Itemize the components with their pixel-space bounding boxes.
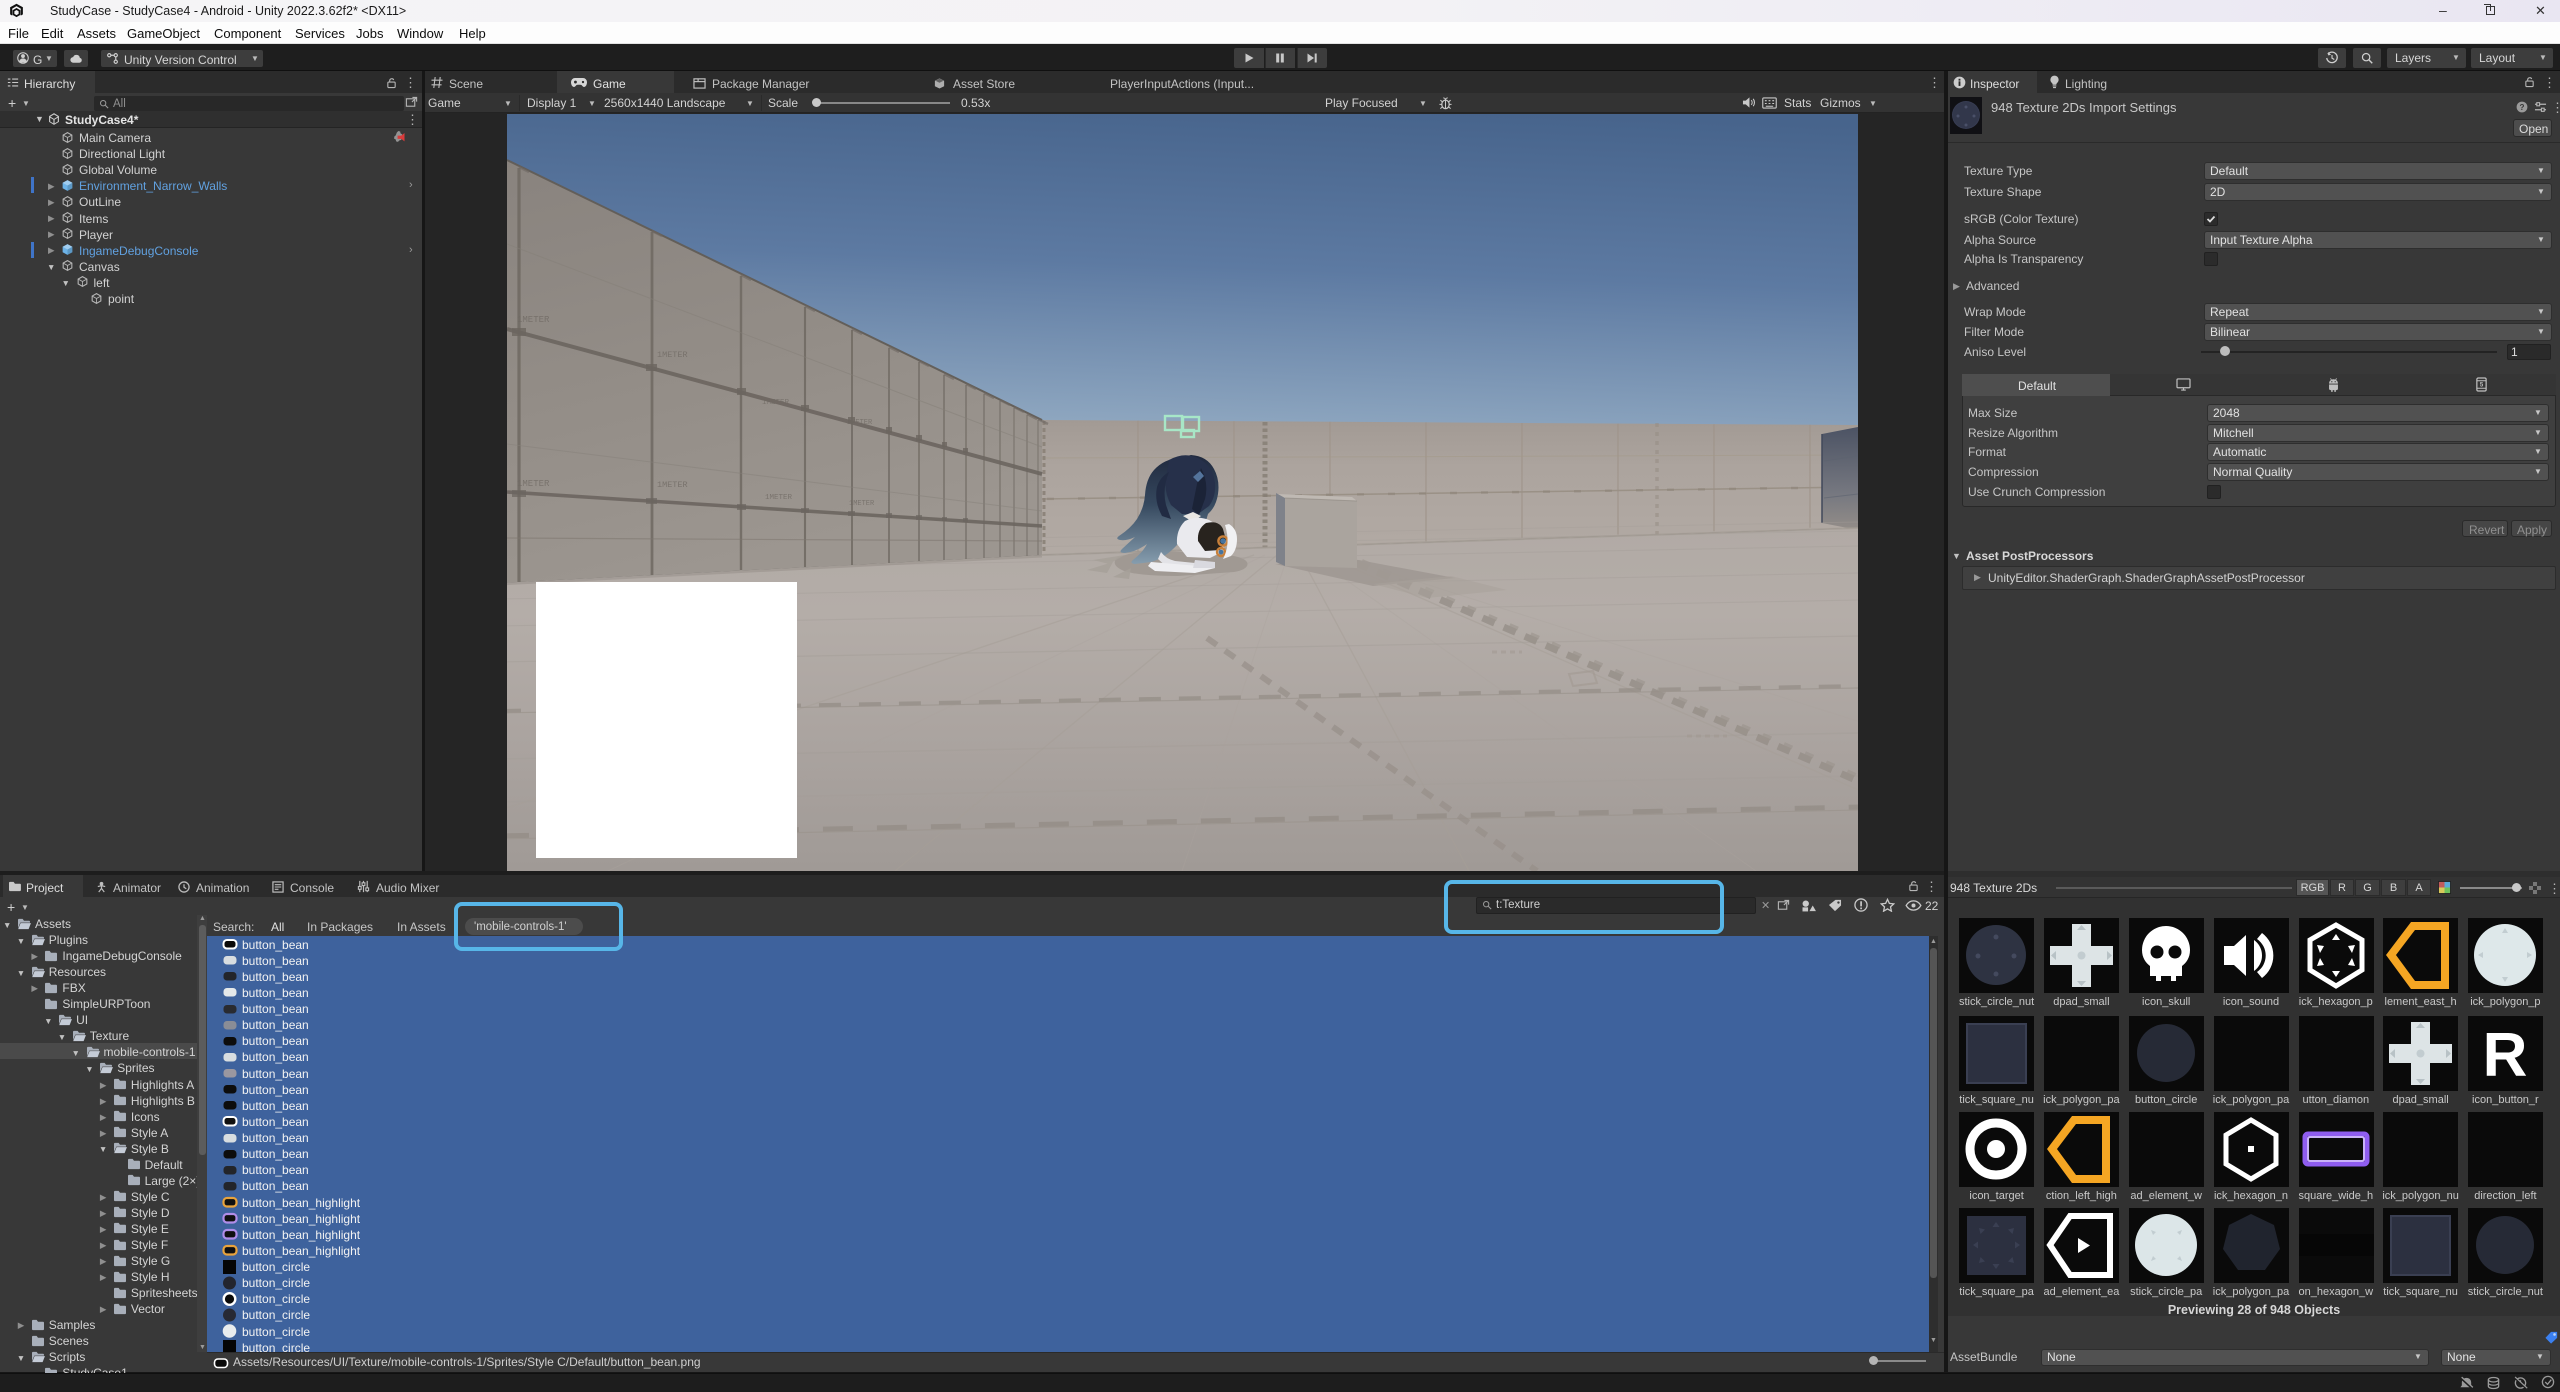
svg-text:1METER: 1METER [762,399,790,407]
svg-text:1METER: 1METER [849,500,875,508]
svg-text:1METER: 1METER [517,315,550,325]
svg-text:?: ? [2520,103,2525,112]
svg-text:1METER: 1METER [657,480,688,490]
svg-text:1METER: 1METER [847,419,873,427]
svg-text:1METER: 1METER [517,479,550,489]
svg-text:1METER: 1METER [765,494,793,502]
svg-text:1METER: 1METER [657,350,688,360]
svg-text:R: R [2483,1021,2528,1090]
